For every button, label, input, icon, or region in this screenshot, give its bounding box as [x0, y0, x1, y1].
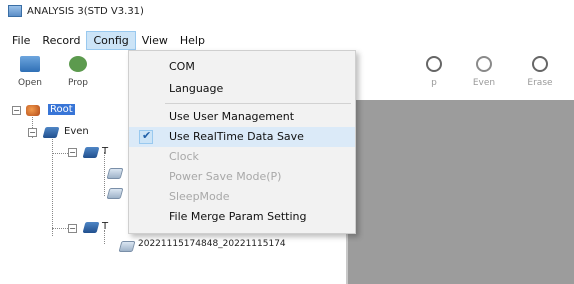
- open-folder-icon: [20, 56, 40, 72]
- menu-item-file-merge-label: File Merge Param Setting: [169, 210, 307, 223]
- menu-item-realtime-data-save[interactable]: ✔ Use RealTime Data Save: [129, 127, 355, 147]
- root-collapse-toggle[interactable]: −: [12, 106, 21, 115]
- child-collapse-toggle[interactable]: −: [28, 128, 37, 137]
- menu-item-power-save-label: Power Save Mode(P): [169, 170, 282, 183]
- tree-sub-label-1[interactable]: T: [102, 146, 108, 157]
- menu-item-file-merge[interactable]: File Merge Param Setting: [129, 207, 355, 227]
- menu-config[interactable]: Config: [86, 30, 136, 50]
- sub-collapse-toggle-1[interactable]: −: [68, 148, 77, 157]
- menu-item-user-management-label: Use User Management: [169, 110, 295, 123]
- folder-node-icon: [82, 222, 100, 233]
- checkmark-icon: ✔: [139, 129, 153, 144]
- tree-sub-label-2[interactable]: T: [102, 221, 108, 232]
- folder-node-icon: [82, 147, 100, 158]
- stop-button[interactable]: p: [412, 54, 456, 96]
- menu-item-language[interactable]: Language: [129, 79, 355, 99]
- menu-separator: [165, 103, 351, 104]
- folder-node-icon: [42, 127, 60, 138]
- sub-collapse-toggle-2[interactable]: −: [68, 224, 77, 233]
- tree-root-label[interactable]: Root: [48, 104, 75, 115]
- stop-button-label: p: [431, 78, 437, 88]
- menu-item-power-save: Power Save Mode(P): [129, 167, 355, 187]
- menu-file[interactable]: File: [6, 32, 36, 49]
- root-node-icon: [26, 105, 40, 116]
- menu-view[interactable]: View: [136, 32, 174, 49]
- event-button-label: Even: [472, 78, 496, 88]
- erase-button[interactable]: Erase: [518, 54, 562, 96]
- open-button-label: Open: [17, 78, 43, 88]
- open-button[interactable]: Open: [8, 54, 52, 96]
- menu-item-sleepmode: SleepMode: [129, 187, 355, 207]
- file-node-icon: [118, 241, 136, 252]
- menu-bar: File Record Config View Help: [0, 30, 211, 50]
- menu-item-language-label: Language: [169, 82, 224, 95]
- erase-icon: [532, 56, 548, 72]
- stop-icon: [426, 56, 442, 72]
- window-title: ANALYSIS 3(STD V3.31): [27, 5, 144, 17]
- detail-pane: [346, 100, 574, 284]
- file-node-icon: [106, 168, 124, 179]
- menu-item-com[interactable]: COM: [129, 57, 355, 77]
- tree-child-label[interactable]: Even: [64, 126, 89, 137]
- menu-help[interactable]: Help: [174, 32, 211, 49]
- erase-button-label: Erase: [527, 78, 553, 88]
- menu-item-com-label: COM: [169, 60, 195, 73]
- menu-item-user-management[interactable]: Use User Management: [129, 107, 355, 127]
- event-button[interactable]: Even: [462, 54, 506, 96]
- menu-item-clock: Clock: [129, 147, 355, 167]
- tree-file-label[interactable]: 20221115174848_20221115174: [138, 239, 286, 249]
- file-node-icon: [106, 188, 124, 199]
- properties-icon: [69, 56, 87, 72]
- menu-record[interactable]: Record: [36, 32, 86, 49]
- prop-button[interactable]: Prop: [56, 54, 100, 96]
- config-dropdown-menu: COM Language Use User Management ✔ Use R…: [128, 50, 356, 234]
- menu-item-clock-label: Clock: [169, 150, 199, 163]
- event-icon: [476, 56, 492, 72]
- menu-item-sleepmode-label: SleepMode: [169, 190, 230, 203]
- app-icon: [8, 5, 22, 17]
- title-bar: ANALYSIS 3(STD V3.31): [0, 0, 574, 22]
- menu-item-realtime-data-save-label: Use RealTime Data Save: [169, 130, 304, 143]
- prop-button-label: Prop: [68, 78, 88, 88]
